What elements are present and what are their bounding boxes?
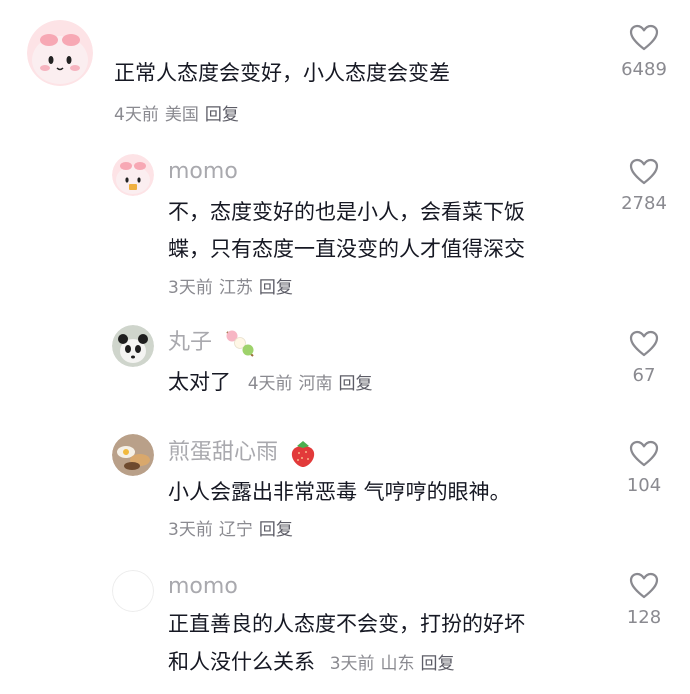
comment-text-line: 不，态度变好的也是小人，会看菜下饭 [168, 200, 525, 224]
comment-time: 4天前 [247, 374, 293, 394]
like-button[interactable]: 6489 [604, 24, 684, 80]
comment-location: 美国 [164, 105, 199, 125]
dango-emoji-icon [226, 330, 254, 357]
heart-outline-icon [629, 158, 659, 185]
username[interactable]: 煎蛋甜心雨 [168, 438, 317, 468]
like-button[interactable]: 128 [604, 572, 684, 628]
comment-meta: 4天前 河南 回复 [248, 374, 379, 394]
reply-button[interactable]: 回复 [205, 105, 239, 125]
avatar[interactable] [112, 570, 154, 612]
like-button[interactable]: 104 [604, 440, 684, 496]
avatar[interactable] [27, 20, 93, 86]
heart-outline-icon [629, 330, 659, 357]
comment-meta: 3天前 江苏 回复 [168, 276, 299, 300]
like-count: 128 [626, 607, 662, 628]
comment-text-body: 和人没什么关系 [168, 650, 315, 674]
strawberry-emoji-icon [291, 441, 315, 467]
comment-meta: 3天前 辽宁 回复 [168, 518, 299, 542]
comment-location: 辽宁 [218, 520, 253, 540]
reply-item: momo 正直善良的人态度不会变，打扮的好坏 和人没什么关系 3天前 山东 回复 1… [0, 566, 690, 694]
heart-outline-icon [629, 572, 659, 599]
comment-text: 正常人态度会变好，小人态度会变差 [114, 61, 450, 85]
comment-location: 江苏 [218, 278, 253, 298]
heart-outline-icon [629, 24, 659, 51]
comment-meta: 4天前 美国 回复 [114, 103, 245, 127]
comment-item: 正常人态度会变好，小人态度会变差 4天前 美国 回复 6489 [0, 0, 690, 140]
username-text: 丸子 [168, 330, 213, 355]
comment-text: 小人会露出非常恶毒 气哼哼的眼神。 [168, 480, 511, 504]
like-count: 2784 [621, 193, 667, 214]
comment-text-line: 蝶，只有态度一直没变的人才值得深交 [168, 237, 525, 261]
username[interactable]: momo [168, 572, 238, 602]
comment-time: 3天前 [329, 654, 375, 674]
comment-location: 山东 [380, 654, 415, 674]
comment-time: 4天前 [114, 105, 159, 125]
avatar[interactable] [112, 434, 154, 476]
reply-button[interactable]: 回复 [259, 520, 293, 540]
reply-item: 煎蛋甜心雨 小人会露出非常恶毒 气哼哼的眼神。 3天前 辽宁 回复 104 [0, 430, 690, 550]
reply-item: momo 不，态度变好的也是小人，会看菜下饭 蝶，只有态度一直没变的人才值得深交… [0, 150, 690, 310]
like-count: 6489 [621, 59, 667, 80]
avatar[interactable] [112, 325, 154, 367]
like-button[interactable]: 2784 [604, 158, 684, 214]
comment-text-line: 和人没什么关系 3天前 山东 回复 [168, 644, 461, 680]
comment-time: 3天前 [168, 278, 213, 298]
heart-outline-icon [629, 440, 659, 467]
reply-button[interactable]: 回复 [259, 278, 293, 298]
username[interactable]: momo [168, 157, 238, 187]
username[interactable]: 丸子 [168, 328, 257, 358]
avatar[interactable] [112, 154, 154, 196]
comment-meta: 3天前 山东 回复 [330, 654, 461, 674]
comment-location: 河南 [298, 374, 333, 394]
reply-button[interactable]: 回复 [339, 374, 373, 394]
comment-time: 3天前 [168, 520, 213, 540]
reply-item: 丸子 太对了 4天前 河南 回复 67 [0, 320, 690, 410]
comment-text-line: 正直善良的人态度不会变，打扮的好坏 [168, 612, 525, 636]
like-count: 104 [626, 475, 662, 496]
like-count: 67 [632, 365, 656, 386]
reply-button[interactable]: 回复 [421, 654, 455, 674]
like-button[interactable]: 67 [604, 330, 684, 386]
comment-text-body: 太对了 [168, 370, 231, 394]
comment-text: 太对了 4天前 河南 回复 [168, 364, 379, 400]
username-text: 煎蛋甜心雨 [168, 440, 279, 465]
